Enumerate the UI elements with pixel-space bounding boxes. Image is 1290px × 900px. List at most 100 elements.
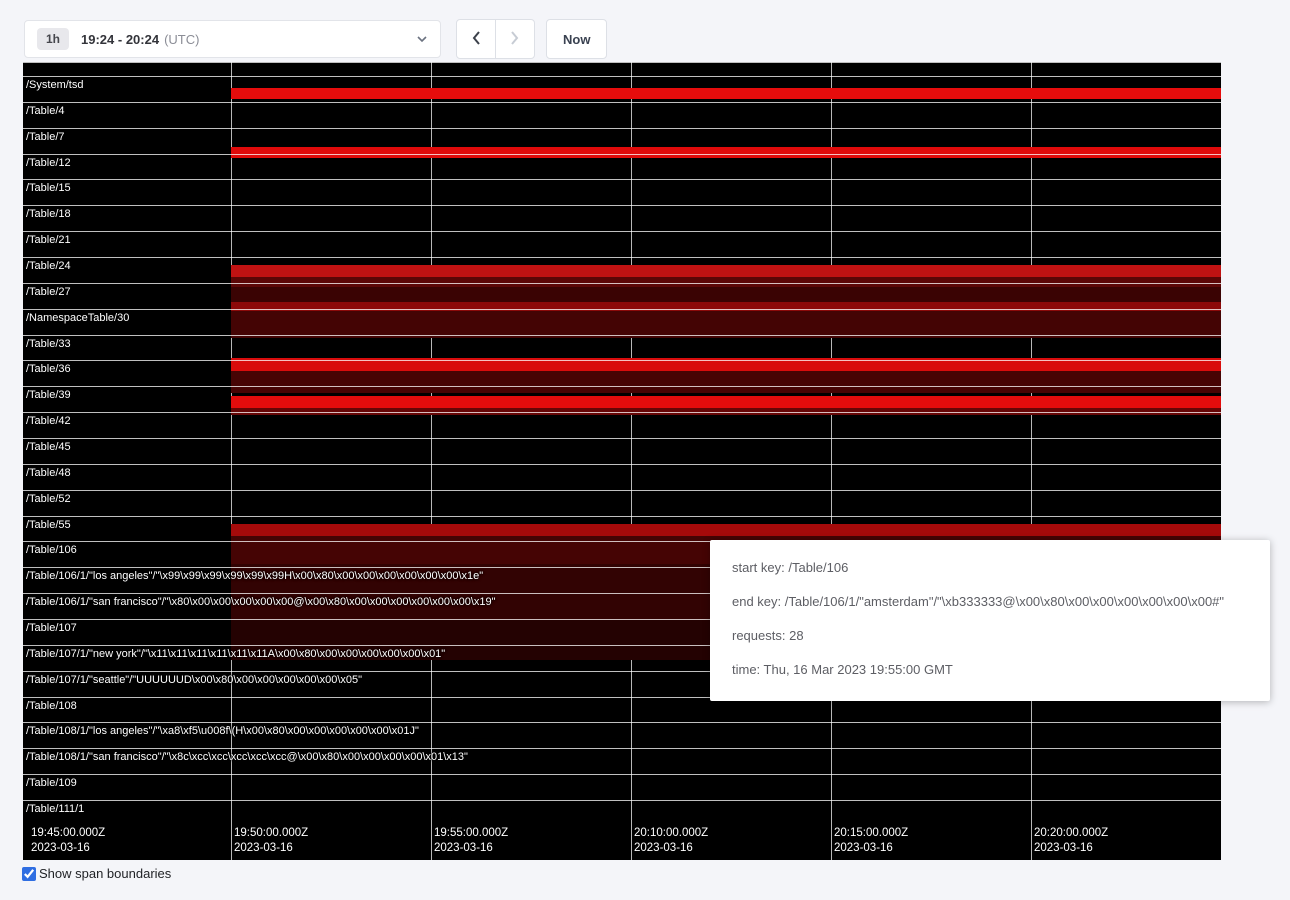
- span-boundary-line: [23, 231, 1221, 232]
- heat-band[interactable]: [231, 265, 1221, 277]
- span-key-label: /Table/27: [26, 286, 71, 298]
- tooltip-start-key: start key: /Table/106: [732, 559, 1248, 576]
- span-boundary-line: [23, 800, 1221, 801]
- span-boundary-line: [23, 516, 1221, 517]
- span-boundary-line: [23, 464, 1221, 465]
- heat-band[interactable]: [231, 371, 1221, 393]
- axis-time: 20:20:00.000Z: [1034, 826, 1108, 841]
- span-key-label: /System/tsd: [26, 79, 83, 91]
- span-key-label: /Table/52: [26, 493, 71, 505]
- show-span-boundaries-label: Show span boundaries: [39, 866, 171, 881]
- span-boundary-line: [23, 62, 1221, 63]
- time-range-label: 19:24 - 20:24: [81, 32, 159, 47]
- duration-chip: 1h: [37, 28, 69, 50]
- axis-date: 2023-03-16: [434, 841, 508, 856]
- time-gridline: [431, 62, 432, 860]
- span-key-label: /Table/106: [26, 544, 77, 556]
- axis-date: 2023-03-16: [234, 841, 308, 856]
- span-key-label: /Table/109: [26, 777, 77, 789]
- footer-controls: Show span boundaries: [22, 866, 171, 881]
- span-key-label: /Table/42: [26, 415, 71, 427]
- span-key-label: /Table/107/1/"seattle"/"UUUUUUD\x00\x80\…: [26, 674, 362, 686]
- span-boundary-line: [23, 722, 1221, 723]
- key-visualizer-page: 1h 19:24 - 20:24 (UTC) Now /System/tsd/T…: [0, 0, 1290, 900]
- span-key-label: /Table/15: [26, 182, 71, 194]
- span-boundary-line: [23, 438, 1221, 439]
- axis-date: 2023-03-16: [1034, 841, 1108, 856]
- chevron-right-icon: [510, 30, 520, 49]
- span-boundary-line: [23, 257, 1221, 258]
- now-button[interactable]: Now: [546, 19, 607, 59]
- axis-date: 2023-03-16: [31, 841, 105, 856]
- chevron-left-icon: [471, 30, 481, 49]
- axis-date: 2023-03-16: [634, 841, 708, 856]
- span-boundary-line: [23, 774, 1221, 775]
- axis-time: 19:55:00.000Z: [434, 826, 508, 841]
- chevron-down-icon: [416, 35, 428, 43]
- span-key-label: /Table/21: [26, 234, 71, 246]
- span-key-label: /Table/106/1/"los angeles"/"\x99\x99\x99…: [26, 570, 483, 582]
- span-boundary-line: [23, 128, 1221, 129]
- span-key-label: /Table/39: [26, 389, 71, 401]
- span-key-label: /Table/12: [26, 157, 71, 169]
- span-key-label: /Table/55: [26, 519, 71, 531]
- time-axis-label: 20:15:00.000Z2023-03-16: [834, 826, 908, 856]
- span-key-label: /Table/36: [26, 363, 71, 375]
- span-boundary-line: [23, 205, 1221, 206]
- keyvis-canvas[interactable]: /System/tsd/Table/4/Table/7/Table/12/Tab…: [23, 62, 1221, 860]
- span-key-label: /Table/106/1/"san francisco"/"\x80\x00\x…: [26, 596, 496, 608]
- span-boundary-line: [23, 154, 1221, 155]
- time-nav-group: [456, 19, 535, 59]
- previous-range-button[interactable]: [456, 19, 496, 59]
- toolbar: 1h 19:24 - 20:24 (UTC) Now: [24, 19, 607, 59]
- span-key-label: /Table/108: [26, 700, 77, 712]
- span-key-label: /Table/111/1: [26, 803, 84, 815]
- span-boundary-line: [23, 748, 1221, 749]
- span-boundary-line: [23, 283, 1221, 284]
- span-key-label: /Table/45: [26, 441, 71, 453]
- time-axis-label: 19:45:00.000Z2023-03-16: [31, 826, 105, 856]
- span-boundary-line: [23, 490, 1221, 491]
- span-key-label: /Table/4: [26, 105, 65, 117]
- span-key-label: /Table/108/1/"san francisco"/"\x8c\xcc\x…: [26, 751, 468, 763]
- time-range-selector[interactable]: 1h 19:24 - 20:24 (UTC): [24, 20, 441, 58]
- time-gridline: [631, 62, 632, 860]
- time-axis-label: 19:55:00.000Z2023-03-16: [434, 826, 508, 856]
- heat-band[interactable]: [231, 88, 1221, 99]
- heat-band[interactable]: [231, 524, 1221, 536]
- axis-time: 20:10:00.000Z: [634, 826, 708, 841]
- time-axis-label: 20:20:00.000Z2023-03-16: [1034, 826, 1108, 856]
- span-key-label: /Table/18: [26, 208, 71, 220]
- time-gridline: [831, 62, 832, 860]
- span-boundary-line: [23, 360, 1221, 361]
- axis-date: 2023-03-16: [834, 841, 908, 856]
- time-axis-label: 20:10:00.000Z2023-03-16: [634, 826, 708, 856]
- span-boundary-line: [23, 386, 1221, 387]
- show-span-boundaries-checkbox[interactable]: [22, 867, 36, 881]
- axis-time: 20:15:00.000Z: [834, 826, 908, 841]
- span-key-label: /Table/48: [26, 467, 71, 479]
- span-key-label: /Table/108/1/"los angeles"/"\xa8\xf5\u00…: [26, 725, 419, 737]
- axis-time: 19:45:00.000Z: [31, 826, 105, 841]
- span-boundary-line: [23, 335, 1221, 336]
- heat-band[interactable]: [231, 396, 1221, 408]
- span-key-label: /Table/7: [26, 131, 65, 143]
- span-key-label: /Table/107: [26, 622, 77, 634]
- time-gridline: [1031, 62, 1032, 860]
- next-range-button[interactable]: [495, 19, 535, 59]
- heat-band[interactable]: [231, 147, 1221, 158]
- span-key-label: /Table/24: [26, 260, 71, 272]
- time-axis-label: 19:50:00.000Z2023-03-16: [234, 826, 308, 856]
- heat-band[interactable]: [231, 287, 1221, 302]
- tooltip-end-key: end key: /Table/106/1/"amsterdam"/"\xb33…: [732, 593, 1248, 610]
- time-gridline: [231, 62, 232, 860]
- span-boundary-line: [23, 412, 1221, 413]
- tooltip-time: time: Thu, 16 Mar 2023 19:55:00 GMT: [732, 661, 1248, 678]
- tooltip-requests: requests: 28: [732, 627, 1248, 644]
- hover-tooltip: start key: /Table/106 end key: /Table/10…: [710, 540, 1270, 701]
- span-boundary-line: [23, 102, 1221, 103]
- span-boundary-line: [23, 76, 1221, 77]
- span-key-label: /Table/107/1/"new york"/"\x11\x11\x11\x1…: [26, 648, 445, 660]
- span-key-label: /NamespaceTable/30: [26, 312, 129, 324]
- span-boundary-line: [23, 309, 1221, 310]
